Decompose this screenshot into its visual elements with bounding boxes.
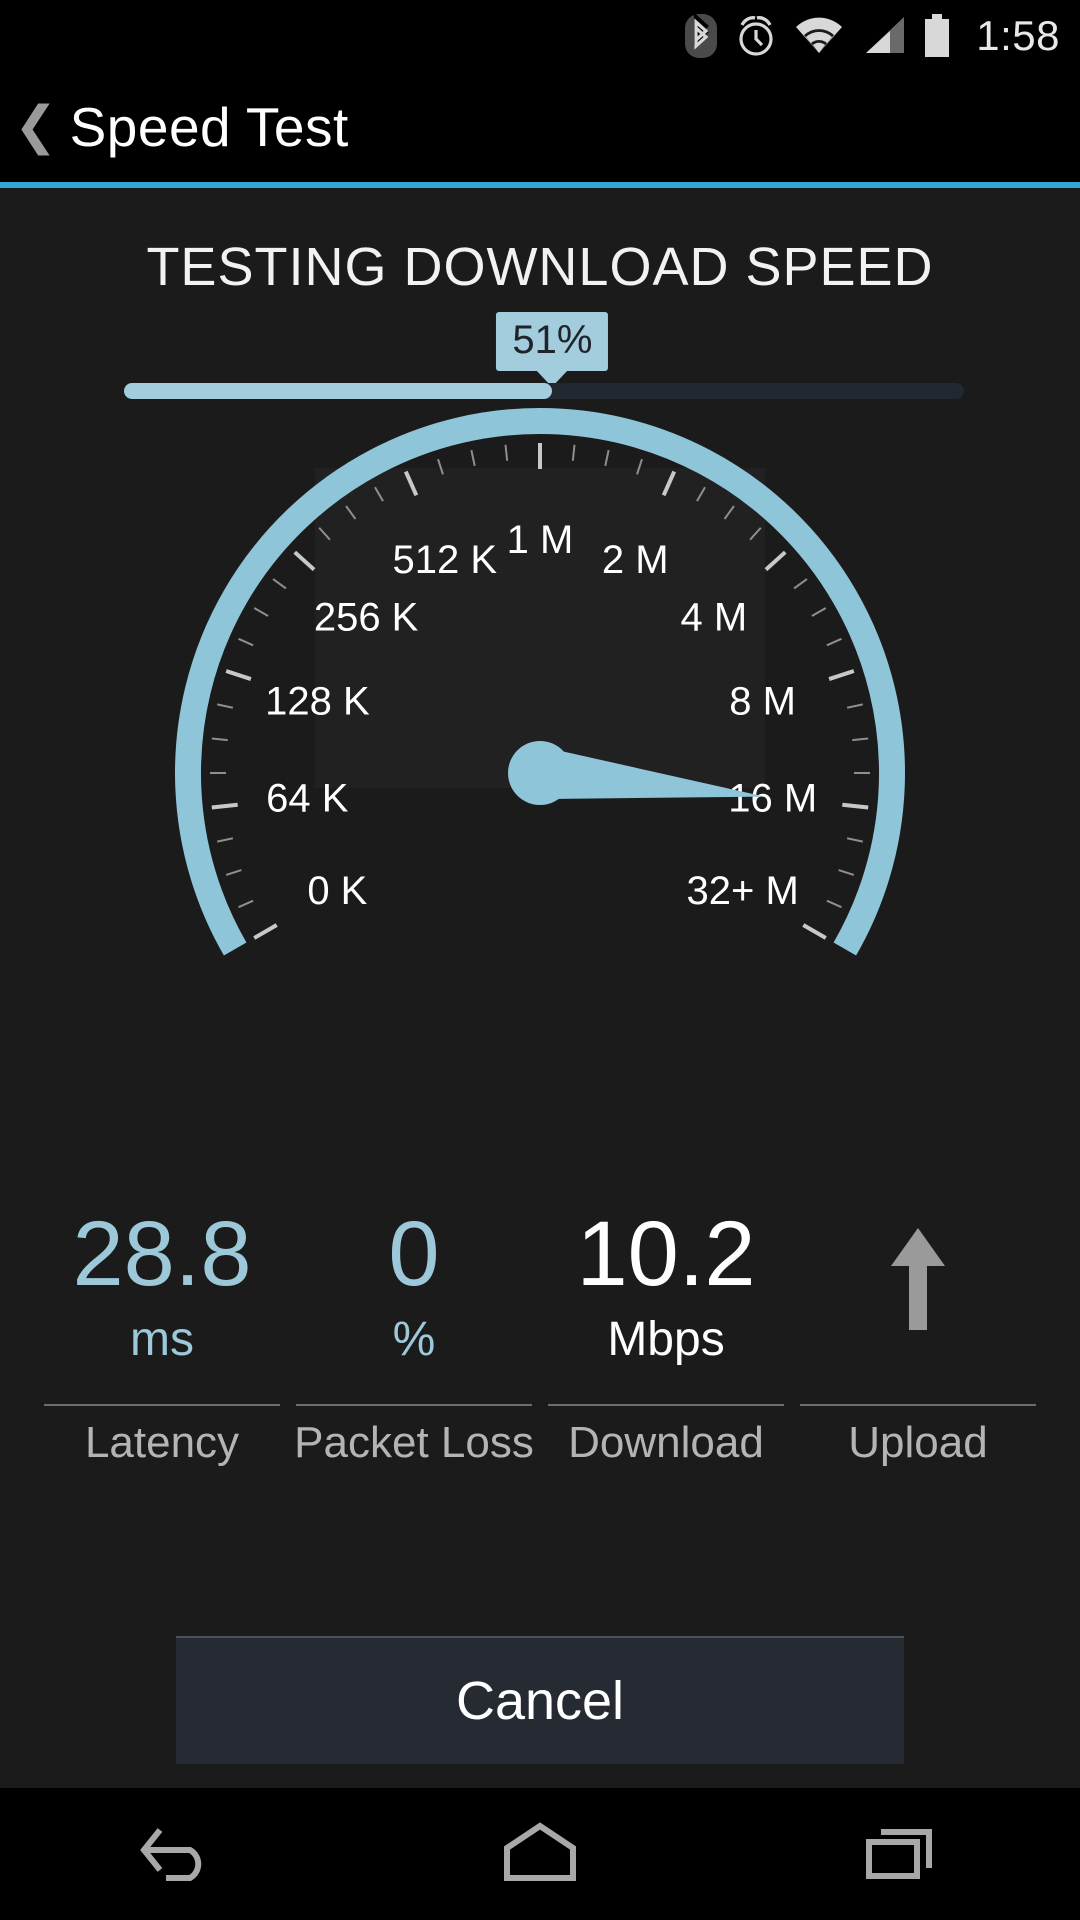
gauge-label: 32+ M bbox=[687, 869, 799, 913]
gauge-label: 128 K bbox=[265, 680, 370, 724]
stat-latency-label: Latency bbox=[84, 1418, 240, 1467]
stat-packet-loss: 0 % Packet Loss bbox=[288, 1208, 540, 1468]
gauge-label: 1 M bbox=[507, 518, 574, 562]
battery-icon bbox=[922, 13, 952, 59]
stat-packet-loss-unit: % bbox=[392, 1313, 436, 1366]
stat-divider bbox=[296, 1404, 532, 1406]
back-chevron-icon[interactable]: ❮ bbox=[14, 101, 58, 153]
stat-download-value: 10.2 bbox=[576, 1203, 756, 1305]
gauge-label: 4 M bbox=[681, 595, 748, 639]
stat-divider bbox=[44, 1404, 280, 1406]
cellular-signal-icon bbox=[860, 15, 906, 57]
stat-packet-loss-value: 0 bbox=[388, 1203, 440, 1305]
nav-recents-button[interactable] bbox=[800, 1788, 1000, 1920]
gauge-label: 512 K bbox=[393, 538, 498, 582]
stat-latency-unit: ms bbox=[130, 1313, 194, 1366]
nav-home-button[interactable] bbox=[440, 1788, 640, 1920]
gauge-svg: 0 K 64 K 128 K 256 K 512 K1 M 2 M 4 M 8 M 16 M 32… bbox=[175, 408, 905, 956]
gauge-label: 0 K bbox=[307, 869, 367, 913]
home-icon bbox=[495, 1820, 585, 1889]
stat-latency-value: 28.8 bbox=[72, 1203, 252, 1305]
nav-back-button[interactable] bbox=[80, 1788, 280, 1920]
main-content: TESTING DOWNLOAD SPEED 51% 0 K 64 K 128 K 2… bbox=[0, 188, 1080, 1788]
stat-latency: 28.8 ms Latency bbox=[36, 1208, 288, 1468]
stat-divider bbox=[548, 1404, 784, 1406]
stat-divider bbox=[800, 1404, 1036, 1406]
bluetooth-icon bbox=[684, 13, 718, 59]
status-bar-clock: 1:58 bbox=[976, 12, 1060, 59]
stat-download-label: Download bbox=[568, 1418, 764, 1467]
wifi-icon bbox=[794, 15, 844, 57]
page-title: Speed Test bbox=[69, 96, 349, 158]
stat-download: 10.2 Mbps Download bbox=[540, 1208, 792, 1468]
status-bar: 1:58 bbox=[0, 0, 1080, 72]
app-screen: 1:58 ❮ Speed Test TESTING DOWNLOAD SPEED… bbox=[0, 0, 1080, 1920]
back-icon bbox=[132, 1820, 228, 1889]
recents-icon bbox=[857, 1820, 943, 1889]
android-nav-bar bbox=[0, 1788, 1080, 1920]
gauge-label: 256 K bbox=[314, 595, 419, 639]
progress-percent-badge: 51% bbox=[496, 312, 609, 371]
stat-upload-label: Upload bbox=[848, 1418, 988, 1467]
stat-packet-loss-label: Packet Loss bbox=[294, 1418, 534, 1467]
test-status-title: TESTING DOWNLOAD SPEED bbox=[146, 237, 934, 297]
stat-download-unit: Mbps bbox=[607, 1313, 725, 1366]
gauge-label: 8 M bbox=[729, 680, 796, 724]
stat-upload: Upload bbox=[792, 1208, 1044, 1468]
up-arrow-icon bbox=[883, 1222, 953, 1343]
app-bar: ❮ Speed Test bbox=[0, 72, 1080, 182]
gauge-label: 16 M bbox=[728, 776, 817, 820]
speed-gauge: 0 K 64 K 128 K 256 K 512 K1 M 2 M 4 M 8 M 16 M 32… bbox=[140, 373, 940, 1173]
stats-row: 28.8 ms Latency 0 % Packet Loss 10.2 Mbp… bbox=[36, 1208, 1044, 1468]
gauge-label: 2 M bbox=[602, 538, 669, 582]
gauge-label: 64 K bbox=[266, 776, 349, 820]
alarm-icon bbox=[734, 13, 778, 59]
cancel-button[interactable]: Cancel bbox=[176, 1636, 904, 1764]
